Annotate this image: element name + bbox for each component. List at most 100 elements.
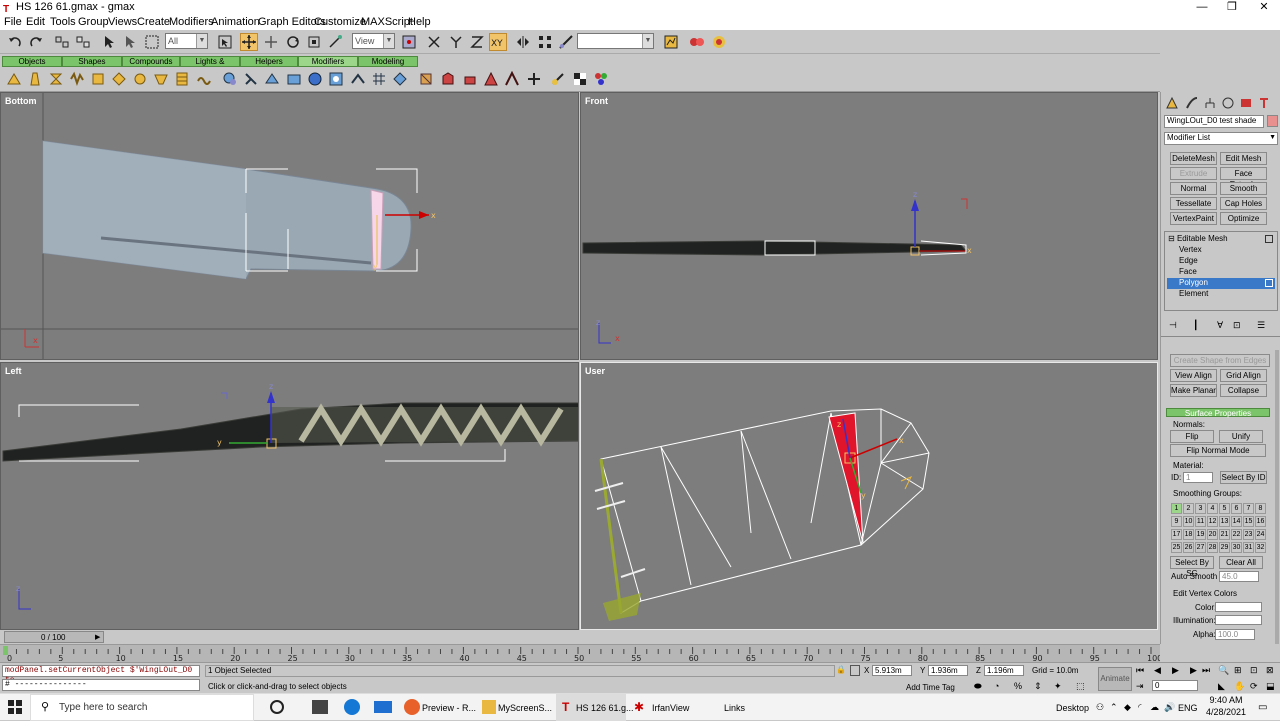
smoothing-group-1[interactable]: 1 (1171, 503, 1182, 514)
stack-polygon[interactable]: Polygon (1179, 278, 1208, 288)
optimize-icon[interactable] (504, 70, 520, 87)
select-by-sg-button[interactable]: Select By SG (1170, 556, 1214, 578)
menu-maxscript[interactable]: MAXScript (361, 16, 413, 29)
restrict-y-icon[interactable] (447, 33, 465, 51)
mail-icon[interactable] (374, 701, 392, 713)
select-by-id-button[interactable]: Select By ID (1220, 471, 1267, 484)
pivot-center-icon[interactable] (400, 33, 418, 51)
vertex-paint-icon[interactable] (550, 71, 566, 87)
percent-snap-icon[interactable]: % (1014, 681, 1026, 693)
y-coordinate-field[interactable]: 1.936m (928, 665, 968, 676)
tab-modifiers[interactable]: Modifiers (298, 56, 358, 67)
color-clipboard-icon[interactable] (593, 71, 609, 87)
key-mode-icon[interactable]: ⇥ (1136, 681, 1148, 693)
tab-helpers[interactable]: Helpers (240, 56, 298, 67)
edit-mesh-button[interactable]: Edit Mesh (1220, 152, 1267, 165)
deletemesh-button[interactable]: DeleteMesh (1170, 152, 1217, 165)
smoothing-group-9[interactable]: 9 (1171, 516, 1182, 527)
next-frame-icon[interactable]: ▶ (1190, 665, 1202, 677)
smoothing-group-21[interactable]: 21 (1219, 529, 1230, 540)
smoothing-group-2[interactable]: 2 (1183, 503, 1194, 514)
select-window-icon[interactable] (216, 33, 234, 51)
lock-selection-icon[interactable]: 🔒 (836, 665, 846, 676)
smoothing-group-23[interactable]: 23 (1243, 529, 1254, 540)
time-slider[interactable]: 0 / 100 ▶ (4, 631, 104, 643)
squeeze-modifier-icon[interactable] (111, 71, 127, 87)
stack-vertex[interactable]: Vertex (1179, 245, 1202, 255)
flip-normal-mode-button[interactable]: Flip Normal Mode (1170, 444, 1266, 457)
smoothing-group-19[interactable]: 19 (1195, 529, 1206, 540)
select-by-name-icon[interactable] (121, 33, 139, 51)
smoothing-group-17[interactable]: 17 (1171, 529, 1182, 540)
firefox-icon[interactable] (404, 699, 420, 715)
select-manipulate-icon[interactable] (326, 33, 344, 51)
stack-toggle-icon[interactable] (1265, 235, 1273, 243)
stack-polygon-toggle-icon[interactable] (1265, 279, 1273, 287)
smoothing-group-16[interactable]: 16 (1255, 516, 1266, 527)
smoothing-group-14[interactable]: 14 (1231, 516, 1242, 527)
degradation-override-icon[interactable]: ✦ (1054, 681, 1066, 693)
named-selection-dropdown[interactable]: ▼ (577, 33, 654, 49)
create-shape-button[interactable]: Create Shape from Edges (1170, 354, 1270, 367)
folder-icon[interactable] (482, 700, 496, 714)
add-time-tag-button[interactable]: Add Time Tag (906, 683, 955, 693)
make-unique-icon[interactable]: ∀ (1217, 320, 1229, 330)
taper-modifier-icon[interactable] (27, 71, 43, 87)
align-icon[interactable] (557, 33, 575, 51)
smoothing-group-15[interactable]: 15 (1243, 516, 1254, 527)
smoothing-group-22[interactable]: 22 (1231, 529, 1242, 540)
previous-frame-icon[interactable]: ◀ (1154, 665, 1166, 677)
render-icon[interactable] (710, 33, 728, 51)
menu-modifiers[interactable]: Modifiers (169, 16, 214, 29)
noise-modifier-icon[interactable] (69, 71, 85, 87)
restore-button[interactable]: ❐ (1216, 0, 1248, 15)
viewport-label-front[interactable]: Front (585, 96, 608, 106)
taskbar-links[interactable]: Links (724, 698, 745, 718)
lattice-modifier-icon[interactable] (153, 71, 169, 87)
current-frame-field[interactable]: 0 (1152, 680, 1198, 691)
selection-filter-dropdown[interactable]: All ▼ (165, 33, 208, 49)
menu-group[interactable]: Group (78, 16, 109, 29)
stack-editable-mesh[interactable]: ⊟ Editable Mesh (1168, 234, 1228, 244)
smoothing-group-30[interactable]: 30 (1231, 542, 1242, 553)
restrict-xy-icon[interactable]: XY (489, 33, 507, 51)
viewport-user[interactable]: x z y User (580, 362, 1158, 630)
cortana-icon[interactable] (270, 700, 284, 714)
z-coordinate-field[interactable]: 1.196m (984, 665, 1024, 676)
angle-snap-icon[interactable]: ◔ (994, 681, 1006, 693)
twist-modifier-icon[interactable] (48, 71, 64, 87)
select-move-alt-icon[interactable] (262, 33, 280, 51)
smoothing-group-29[interactable]: 29 (1219, 542, 1230, 553)
smoothing-group-32[interactable]: 32 (1255, 542, 1266, 553)
skew-modifier-icon[interactable] (174, 71, 190, 87)
zoom-extents-icon[interactable]: ⊡ (1250, 665, 1260, 677)
tab-objects[interactable]: Objects (2, 56, 62, 67)
pin-stack-icon[interactable]: ⊣ (1169, 320, 1181, 330)
track-view-icon[interactable] (662, 33, 680, 51)
select-scale-icon[interactable] (305, 33, 323, 51)
cloud-icon[interactable]: ☁ (1150, 702, 1159, 713)
windows-start-icon[interactable] (8, 700, 22, 714)
mirror-icon[interactable] (514, 33, 532, 51)
close-button[interactable]: ✕ (1248, 0, 1280, 15)
material-id-field[interactable]: 1 (1183, 472, 1213, 483)
menu-tools[interactable]: Tools (50, 16, 76, 29)
viewport-label-user[interactable]: User (585, 366, 605, 376)
notifications-icon[interactable]: ▭ (1258, 702, 1267, 713)
smoothing-group-28[interactable]: 28 (1207, 542, 1218, 553)
show-end-result-icon[interactable]: ┃ (1193, 320, 1205, 330)
taskbar-gmax[interactable]: HS 126 61.g... (576, 698, 634, 718)
smoothing-group-25[interactable]: 25 (1171, 542, 1182, 553)
create-panel-icon[interactable] (1165, 96, 1179, 110)
sphere-icon[interactable] (307, 71, 323, 87)
tab-shapes[interactable]: Shapes (62, 56, 122, 67)
modify-panel-icon[interactable] (1185, 96, 1199, 110)
maximize-viewport-icon[interactable]: ⬓ (1266, 681, 1276, 693)
clear-all-button[interactable]: Clear All (1219, 556, 1263, 569)
go-to-start-icon[interactable]: ⏮ (1136, 665, 1148, 677)
zoom-icon[interactable]: 🔍 (1218, 665, 1229, 677)
motion-panel-icon[interactable] (1221, 96, 1235, 110)
unlink-icon[interactable] (74, 33, 92, 51)
menu-create[interactable]: Create (137, 16, 170, 29)
grid-align-button[interactable]: Grid Align (1220, 369, 1267, 382)
